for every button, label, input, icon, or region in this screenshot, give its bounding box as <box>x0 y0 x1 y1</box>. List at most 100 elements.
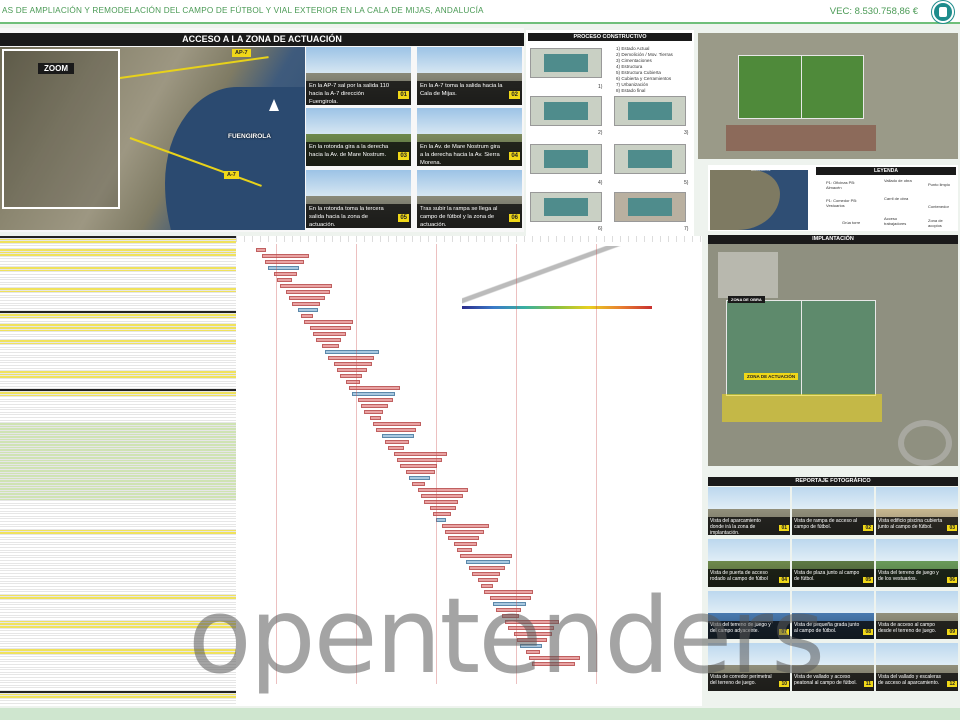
gantt-task-bar <box>289 296 325 300</box>
process-image-final <box>614 192 686 222</box>
photo-caption: En la A-7 toma la salida hacia la Cala d… <box>417 81 522 105</box>
gantt-task-bar <box>268 266 299 270</box>
access-title: ACCESO A LA ZONA DE ACTUACIÓN <box>0 33 524 46</box>
photo-sky <box>876 487 958 509</box>
process-image-number: 5) <box>684 180 689 186</box>
gantt-task-bar <box>448 536 479 540</box>
report-photo: Vista edificio piscina cubierta junto al… <box>876 487 958 535</box>
gantt-timeline-header <box>236 236 702 242</box>
gantt-task-bar <box>412 482 425 486</box>
gantt-task-bar <box>304 320 353 324</box>
gantt-task-bar <box>313 332 346 336</box>
photo-number: 09 <box>947 629 957 635</box>
access-photo: En la rotonda gira a la derecha hacia la… <box>306 108 411 166</box>
photo-number: 01 <box>398 91 409 99</box>
gantt-task-bar <box>325 350 379 354</box>
photo-sky <box>876 591 958 613</box>
zone-actuacion-label: ZONA DE ACTUACIÓN <box>744 373 799 380</box>
implantation-aerial <box>708 244 958 466</box>
photo-number: 11 <box>863 681 873 687</box>
photo-number: 12 <box>947 681 957 687</box>
photo-caption: En la AP-7 sal por la salida 110 hacia l… <box>306 81 411 105</box>
report-photo: Vista del terreno de juego y de los vest… <box>876 539 958 587</box>
access-photo: En la AP-7 sal por la salida 110 hacia l… <box>306 47 411 105</box>
building-block <box>726 125 876 151</box>
gantt-task-bar <box>460 554 512 558</box>
legend-item: Contenedor <box>928 204 949 209</box>
project-title: AS DE AMPLIACIÓN Y REMODELACIÓN DEL CAMP… <box>2 6 484 15</box>
access-photo: Tras subir la rampa se llega al campo de… <box>417 170 522 228</box>
gantt-task-bar <box>361 404 388 408</box>
process-step: 8) Estado final <box>616 88 646 93</box>
gantt-task-bar <box>394 452 447 456</box>
gantt-task-bar <box>301 314 313 318</box>
gantt-task-bar <box>466 560 510 564</box>
zoom-label: ZOOM <box>38 63 74 74</box>
gantt-task-bar <box>430 506 456 510</box>
gantt-task-bar <box>310 326 351 330</box>
football-field <box>738 55 864 119</box>
legend-title: LEYENDA <box>816 167 956 175</box>
photo-caption: Vista del vallado y escaleras de acceso … <box>876 673 958 691</box>
gantt-task-bar <box>421 494 463 498</box>
works-zone-highlight <box>722 394 882 422</box>
north-arrow-icon <box>269 99 279 111</box>
gantt-task-bar <box>316 338 341 342</box>
gantt-task-bar <box>370 416 381 420</box>
photo-sky <box>708 487 790 509</box>
photo-number: 04 <box>509 152 520 160</box>
photo-number: 02 <box>509 91 520 99</box>
photo-sky <box>417 170 522 197</box>
photo-number: 01 <box>779 525 789 531</box>
land-area <box>710 170 780 230</box>
photo-caption: En la Av. de Mare Nostrum gira a la dere… <box>417 142 522 166</box>
legend-item: Zona de acopios <box>928 218 943 228</box>
gantt-task-bar <box>277 278 292 282</box>
gantt-task-bar <box>457 548 472 552</box>
process-image-number: 4) <box>598 180 603 186</box>
photo-sky <box>876 643 958 665</box>
legend-item: Punto limpio <box>928 182 951 187</box>
gantt-task-bar <box>400 464 437 468</box>
process-image-number: 7) <box>684 226 689 232</box>
football-field <box>726 300 876 396</box>
gantt-task-bar <box>286 290 330 294</box>
gantt-task-bar <box>358 398 393 402</box>
gantt-task-bar <box>280 284 332 288</box>
photo-sky <box>417 108 522 135</box>
road-tag-ap7: AP-7 <box>232 49 251 57</box>
gantt-task-bar <box>364 410 383 414</box>
road-line <box>119 56 269 79</box>
legend-item: Grúa torre <box>842 220 861 225</box>
road-tag-a7: A-7 <box>224 171 239 179</box>
photo-caption: Tras subir la rampa se llega al campo de… <box>417 204 522 228</box>
watermark-text: opentenders <box>188 575 825 697</box>
location-minimap <box>710 170 808 230</box>
access-photo: En la rotonda toma la tercera salida hac… <box>306 170 411 228</box>
aerial-photo-top <box>698 33 958 159</box>
header-bar: AS DE AMPLIACIÓN Y REMODELACIÓN DEL CAMP… <box>0 0 960 24</box>
photo-number: 08 <box>863 629 873 635</box>
process-image <box>530 144 602 174</box>
photo-number: 02 <box>863 525 873 531</box>
legend-item: P1: Oficinas PB: Almacén <box>826 180 856 190</box>
photo-sky <box>792 539 874 561</box>
photo-sky <box>876 539 958 561</box>
gantt-task-bar <box>442 524 489 528</box>
photo-sky <box>306 170 411 197</box>
process-title: PROCESO CONSTRUCTIVO <box>528 33 692 41</box>
photo-sky <box>792 487 874 509</box>
gantt-task-bar <box>409 476 430 480</box>
process-image <box>614 96 686 126</box>
report-photo: Vista de acceso al campo desde el terren… <box>876 591 958 639</box>
process-image <box>614 144 686 174</box>
zone-obra-label: ZONA DE OBRA <box>728 296 765 303</box>
site-section-drawing <box>462 246 652 306</box>
roundabout <box>898 420 952 466</box>
report-photo: Vista del vallado y escaleras de acceso … <box>876 643 958 691</box>
process-image-number: 3) <box>684 130 689 136</box>
report-photo: Vista de rampa de acceso al campo de fút… <box>792 487 874 535</box>
legend-item: P1: Comedor PB: Vestuarios <box>826 198 858 208</box>
gantt-task-bar <box>454 542 477 546</box>
municipal-logo-icon <box>932 1 954 23</box>
